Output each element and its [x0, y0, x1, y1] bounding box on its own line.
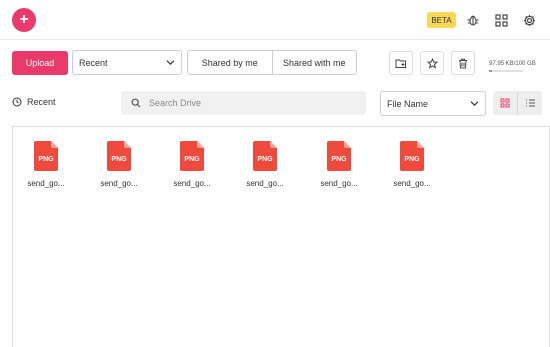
filter-dropdown[interactable]: Recent [72, 50, 182, 75]
list-view-button[interactable] [517, 91, 542, 115]
file-name: send_go... [320, 179, 358, 188]
grid-icon [500, 98, 510, 108]
top-bar: + BETA [0, 0, 550, 40]
file-name: send_go... [246, 179, 284, 188]
section-header: Recent [12, 97, 56, 107]
section-title: Recent [27, 97, 56, 107]
file-type-label: PNG [331, 156, 347, 163]
favorite-button[interactable] [420, 51, 444, 75]
file-name: send_go... [27, 179, 65, 188]
apps-icon[interactable] [493, 12, 509, 28]
search-bar[interactable] [121, 91, 366, 115]
sort-dropdown[interactable]: File Name [380, 91, 486, 116]
file-name: send_go... [100, 179, 138, 188]
gear-icon[interactable] [521, 12, 537, 28]
clock-icon [12, 97, 22, 107]
chevron-down-icon [166, 59, 175, 65]
sort-value: File Name [387, 98, 429, 109]
star-icon [426, 57, 438, 69]
view-toggle [493, 91, 542, 115]
storage-bar-fill [489, 70, 492, 72]
file-item[interactable]: PNG send_go... [382, 141, 442, 188]
file-type-label: PNG [404, 156, 420, 163]
chevron-down-icon [470, 100, 479, 106]
file-type-label: PNG [257, 156, 273, 163]
new-folder-icon [395, 59, 406, 68]
file-name: send_go... [393, 179, 431, 188]
shared-by-me-button[interactable]: Shared by me [188, 51, 272, 74]
storage-usage-text: 97.95 KB/100 GB [489, 61, 536, 67]
file-item[interactable]: PNG send_go... [16, 141, 76, 188]
new-button[interactable]: + [12, 8, 36, 32]
new-folder-button[interactable] [389, 51, 413, 75]
png-file-icon: PNG [253, 141, 277, 171]
png-file-icon: PNG [34, 141, 58, 171]
png-file-icon: PNG [180, 141, 204, 171]
file-name: send_go... [173, 179, 211, 188]
file-item[interactable]: PNG send_go... [235, 141, 295, 188]
search-input[interactable] [149, 98, 349, 108]
file-item[interactable]: PNG send_go... [89, 141, 149, 188]
delete-button[interactable] [451, 51, 475, 75]
png-file-icon: PNG [107, 141, 131, 171]
file-type-label: PNG [184, 156, 200, 163]
upload-button[interactable]: Upload [12, 51, 68, 75]
list-icon [525, 99, 535, 107]
trash-icon [459, 58, 467, 68]
shared-with-me-button[interactable]: Shared with me [271, 51, 357, 74]
png-file-icon: PNG [327, 141, 351, 171]
png-file-icon: PNG [400, 141, 424, 171]
filter-value: Recent [79, 57, 108, 68]
share-filter-group: Shared by me Shared with me [187, 50, 357, 75]
file-item[interactable]: PNG send_go... [309, 141, 369, 188]
search-icon [131, 98, 141, 108]
bug-icon[interactable] [465, 12, 481, 28]
grid-view-button[interactable] [493, 91, 517, 115]
file-type-label: PNG [38, 156, 54, 163]
file-item[interactable]: PNG send_go... [162, 141, 222, 188]
storage-bar [489, 70, 523, 72]
beta-badge: BETA [427, 12, 456, 28]
file-type-label: PNG [111, 156, 127, 163]
